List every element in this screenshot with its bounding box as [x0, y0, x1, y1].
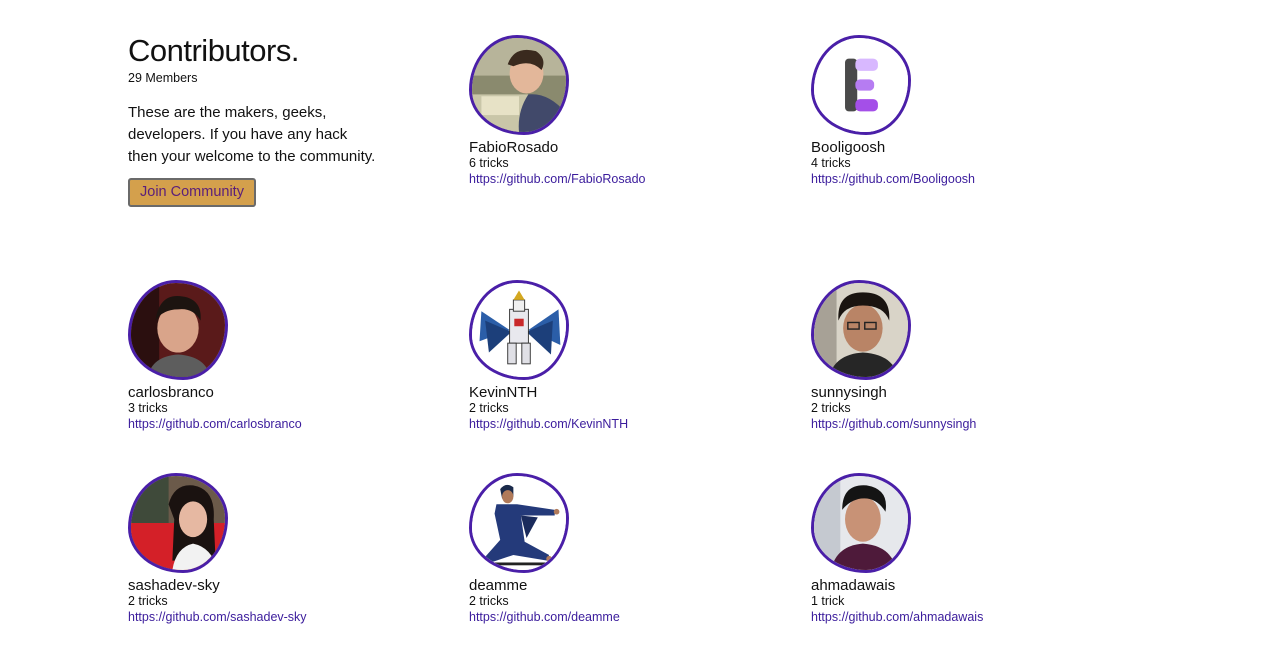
member-count: 29 Members	[128, 71, 198, 85]
contributor-card: sashadev-sky 2 tricks https://github.com…	[128, 473, 378, 626]
contributor-card: KevinNTH 2 tricks https://github.com/Kev…	[469, 280, 719, 433]
join-community-button[interactable]: Join Community	[128, 178, 256, 207]
trick-count: 4 tricks	[811, 156, 851, 170]
contributor-card: FabioRosado 6 tricks https://github.com/…	[469, 35, 719, 188]
intro-description: These are the makers, geeks, developers.…	[128, 104, 376, 165]
contributor-card: sunnysingh 2 tricks https://github.com/s…	[811, 280, 1061, 433]
trick-count: 2 tricks	[469, 401, 509, 415]
page-title: Contributors.	[128, 33, 299, 68]
trick-count: 2 tricks	[469, 594, 509, 608]
trick-count: 1 trick	[811, 594, 845, 608]
contributor-card: deamme 2 tricks https://github.com/deamm…	[469, 473, 719, 626]
photo-avatar-icon[interactable]	[811, 280, 911, 380]
github-link[interactable]: https://github.com/KevinNTH	[469, 417, 628, 432]
contributor-name: deamme	[469, 577, 528, 594]
contributor-name: ahmadawais	[811, 577, 896, 594]
photo-avatar-icon[interactable]	[469, 35, 569, 135]
contributor-name: KevinNTH	[469, 384, 538, 401]
contributor-card: carlosbranco 3 tricks https://github.com…	[128, 280, 378, 433]
github-link[interactable]: https://github.com/FabioRosado	[469, 172, 646, 187]
robot-illustration-icon[interactable]	[469, 280, 569, 380]
intro-section: Contributors. 29 Members These are the m…	[128, 32, 378, 207]
letter-e-logo-icon[interactable]	[811, 35, 911, 135]
photo-avatar-icon[interactable]	[128, 280, 228, 380]
github-link[interactable]: https://github.com/sunnysingh	[811, 417, 976, 432]
trick-count: 6 tricks	[469, 156, 509, 170]
contributors-page: Contributors. 29 Members These are the m…	[0, 0, 1280, 666]
photo-avatar-icon[interactable]	[128, 473, 228, 573]
trick-count: 2 tricks	[128, 594, 168, 608]
github-link[interactable]: https://github.com/ahmadawais	[811, 610, 983, 625]
github-link[interactable]: https://github.com/deamme	[469, 610, 620, 625]
contributor-card: Booligoosh 4 tricks https://github.com/B…	[811, 35, 1061, 188]
person-illustration-icon[interactable]	[469, 473, 569, 573]
contributor-name: sashadev-sky	[128, 577, 220, 594]
contributor-name: sunnysingh	[811, 384, 887, 401]
contributor-card: ahmadawais 1 trick https://github.com/ah…	[811, 473, 1061, 626]
trick-count: 3 tricks	[128, 401, 168, 415]
trick-count: 2 tricks	[811, 401, 851, 415]
github-link[interactable]: https://github.com/carlosbranco	[128, 417, 302, 432]
github-link[interactable]: https://github.com/Booligoosh	[811, 172, 975, 187]
contributor-name: carlosbranco	[128, 384, 214, 401]
contributor-name: Booligoosh	[811, 139, 886, 156]
github-link[interactable]: https://github.com/sashadev-sky	[128, 610, 307, 625]
contributor-name: FabioRosado	[469, 139, 559, 156]
photo-avatar-icon[interactable]	[811, 473, 911, 573]
